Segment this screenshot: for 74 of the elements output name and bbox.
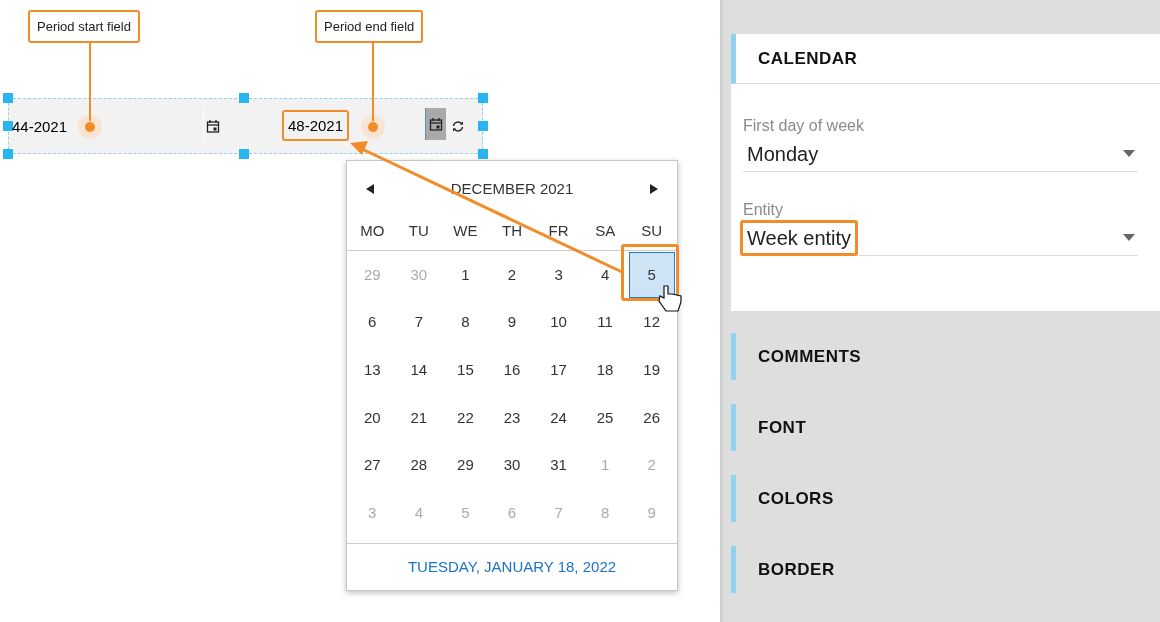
field-label: Entity <box>743 200 784 220</box>
section-title: COLORS <box>758 487 834 510</box>
day-cell[interactable]: 1 <box>442 251 489 298</box>
day-cell[interactable]: 21 <box>395 394 442 441</box>
refresh-icon[interactable] <box>451 120 465 133</box>
day-cell[interactable]: 31 <box>535 442 582 489</box>
day-cell[interactable]: 19 <box>628 347 675 394</box>
day-cell[interactable]: 26 <box>628 394 675 441</box>
day-cell[interactable]: 2 <box>489 251 535 298</box>
section-header[interactable]: BORDER <box>731 546 1157 593</box>
caret-icon <box>1123 234 1135 241</box>
weekday-label: FR <box>547 221 570 242</box>
section-header[interactable]: COLORS <box>731 475 1157 522</box>
day-cell[interactable]: 8 <box>442 299 489 346</box>
previous-month-button[interactable] <box>365 183 375 195</box>
dropdown-value: Monday <box>746 141 820 167</box>
day-cell[interactable]: 18 <box>582 347 629 394</box>
day-cell[interactable]: 25 <box>582 394 629 441</box>
resize-handle[interactable] <box>239 93 249 103</box>
resize-handle[interactable] <box>478 121 488 131</box>
day-cell[interactable]: 27 <box>349 442 396 489</box>
resize-handle[interactable] <box>239 149 249 159</box>
weekday-label: SA <box>594 221 617 242</box>
section-title: BORDER <box>758 558 835 581</box>
dropdown-field[interactable]: Week entity <box>743 220 1138 256</box>
day-cell[interactable]: 30 <box>489 442 535 489</box>
weekday-label: SU <box>640 221 664 242</box>
resize-handle[interactable] <box>478 149 488 159</box>
period-end-value[interactable]: 48-2021 <box>282 110 350 141</box>
weekday-label: TH <box>501 221 523 242</box>
day-cell[interactable]: 6 <box>349 299 396 346</box>
day-cell[interactable]: 16 <box>489 347 535 394</box>
field-label: First day of week <box>743 116 865 136</box>
day-cell[interactable]: 22 <box>442 394 489 441</box>
section-title: CALENDAR <box>758 47 858 70</box>
day-cell[interactable]: 9 <box>489 299 535 346</box>
calendar-icon <box>429 117 443 131</box>
section-title: COMMENTS <box>758 345 862 368</box>
day-cell[interactable]: 13 <box>349 347 396 394</box>
day-cell[interactable]: 20 <box>349 394 396 441</box>
day-cell[interactable]: 10 <box>535 299 582 346</box>
callout-label: Period end field <box>315 10 424 43</box>
section-title: FONT <box>758 416 807 439</box>
day-cell[interactable]: 3 <box>535 251 582 298</box>
day-cell[interactable]: 11 <box>582 299 629 346</box>
weekday-label: WE <box>452 221 479 242</box>
day-cell[interactable]: 29 <box>442 442 489 489</box>
dropdown-value: Week entity <box>740 219 859 256</box>
resize-handle[interactable] <box>478 93 488 103</box>
next-month-button[interactable] <box>649 183 659 195</box>
weekday-label: TU <box>407 221 430 242</box>
day-cell[interactable]: 15 <box>442 347 489 394</box>
day-cell[interactable]: 4 <box>582 251 629 298</box>
callout-label: Period start field <box>28 10 140 43</box>
resize-handle[interactable] <box>3 149 13 159</box>
day-cell[interactable]: 24 <box>535 394 582 441</box>
today-link[interactable]: TUESDAY, JANUARY 18, 2022 <box>407 555 617 579</box>
caret-icon <box>1123 150 1135 157</box>
resize-handle[interactable] <box>3 121 13 131</box>
section-header[interactable]: COMMENTS <box>731 333 1157 380</box>
calendar-icon[interactable] <box>206 119 220 133</box>
day-cell[interactable]: 7 <box>395 299 442 346</box>
section-header[interactable]: FONT <box>731 404 1157 451</box>
day-cell[interactable]: 14 <box>395 347 442 394</box>
resize-handle[interactable] <box>3 93 13 103</box>
day-cell[interactable]: 12 <box>628 299 675 346</box>
calendar-button[interactable] <box>425 108 446 140</box>
day-cell[interactable]: 23 <box>489 394 535 441</box>
day-cell[interactable]: 28 <box>395 442 442 489</box>
month-title: DECEMBER 2021 <box>450 178 574 199</box>
day-cell[interactable]: 17 <box>535 347 582 394</box>
weekday-label: MO <box>359 221 386 242</box>
section-header[interactable]: CALENDAR <box>731 34 1160 84</box>
dropdown-field[interactable]: Monday <box>743 136 1138 172</box>
